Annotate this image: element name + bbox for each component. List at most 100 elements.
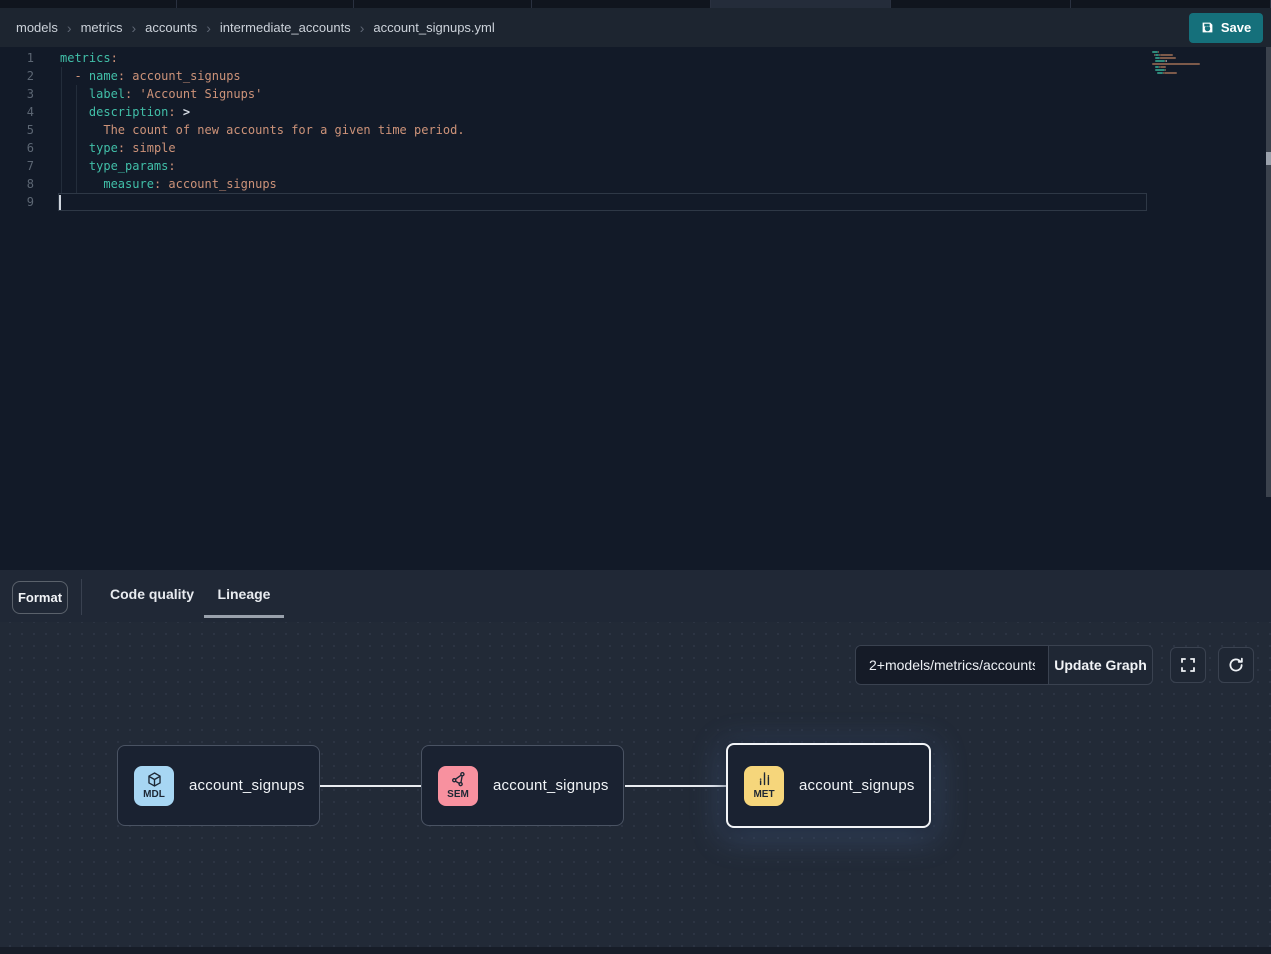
- bottom-panel: Format Code quality Lineage Update Graph…: [0, 570, 1271, 954]
- minimap-line: [1152, 69, 1214, 71]
- refresh-icon: [1227, 656, 1245, 674]
- lineage-node-met[interactable]: MET account_signups: [726, 743, 931, 828]
- breadcrumb-item[interactable]: accounts: [145, 20, 197, 35]
- editor-tab[interactable]: [177, 0, 354, 8]
- code-line: measure: account_signups: [60, 175, 465, 193]
- tab-code-quality[interactable]: Code quality: [104, 570, 200, 617]
- bottom-strip: [0, 947, 1271, 954]
- code-token: :: [111, 51, 118, 65]
- code-line: type: simple: [60, 139, 465, 157]
- chevron-right-icon: ›: [360, 21, 365, 35]
- editor-scrollbar[interactable]: [1266, 47, 1271, 497]
- lineage-node-sem[interactable]: SEM account_signups: [421, 745, 624, 826]
- semantic-model-icon: [450, 771, 467, 788]
- editor-tab[interactable]: [1071, 0, 1271, 8]
- line-number: 8: [0, 175, 48, 193]
- line-number: 1: [0, 49, 48, 67]
- code-line: label: 'Account Signups': [60, 85, 465, 103]
- node-badge: MET: [744, 766, 784, 806]
- code-token: name: [89, 69, 118, 83]
- code-token: The count of new accounts for a given ti…: [60, 123, 465, 137]
- code-token: [60, 105, 89, 119]
- minimap[interactable]: [1152, 51, 1214, 78]
- code-token: measure: [103, 177, 154, 191]
- editor-tab[interactable]: [0, 0, 177, 8]
- code-token: simple: [125, 141, 176, 155]
- node-title: account_signups: [799, 777, 915, 794]
- code-line: The count of new accounts for a given ti…: [60, 121, 465, 139]
- editor-tab[interactable]: [354, 0, 532, 8]
- code-token: metrics: [60, 51, 111, 65]
- line-number-gutter: 123456789: [0, 49, 48, 211]
- node-badge-label: MET: [753, 789, 774, 800]
- minimap-line: [1152, 63, 1214, 65]
- line-number: 6: [0, 139, 48, 157]
- fullscreen-expand-icon: [1179, 656, 1197, 674]
- breadcrumb-item[interactable]: account_signups.yml: [373, 20, 494, 35]
- lineage-node-mdl[interactable]: MDL account_signups: [117, 745, 320, 826]
- code-token: [60, 87, 89, 101]
- breadcrumb-item[interactable]: metrics: [81, 20, 123, 35]
- code-token: 'Account Signups': [132, 87, 262, 101]
- code-token: [60, 159, 89, 173]
- editor-tab[interactable]: [532, 0, 711, 8]
- chevron-right-icon: ›: [131, 21, 136, 35]
- panel-tab-bar: Format Code quality Lineage: [0, 570, 1271, 622]
- minimap-line: [1152, 75, 1214, 77]
- fullscreen-button[interactable]: [1170, 647, 1206, 683]
- tab-lineage[interactable]: Lineage: [204, 570, 284, 617]
- minimap-line: [1152, 66, 1214, 68]
- node-badge: SEM: [438, 766, 478, 806]
- line-number: 4: [0, 103, 48, 121]
- minimap-line: [1152, 60, 1214, 62]
- line-number: 3: [0, 85, 48, 103]
- save-button[interactable]: Save: [1189, 13, 1263, 43]
- breadcrumb: models › metrics › accounts › intermediate_acc…: [16, 20, 495, 35]
- code-token: :: [118, 141, 125, 155]
- code-token: [60, 69, 74, 83]
- node-badge-label: SEM: [447, 789, 469, 800]
- breadcrumb-item[interactable]: intermediate_accounts: [220, 20, 351, 35]
- editor-tab[interactable]: [711, 0, 891, 8]
- chevron-right-icon: ›: [67, 21, 72, 35]
- refresh-button[interactable]: [1218, 647, 1254, 683]
- cube-icon: [146, 771, 163, 788]
- line-number: 9: [0, 193, 48, 211]
- chevron-right-icon: ›: [206, 21, 211, 35]
- code-token: type: [89, 141, 118, 155]
- active-tab-underline: [204, 615, 284, 618]
- code-token: [176, 105, 183, 119]
- breadcrumb-item[interactable]: models: [16, 20, 58, 35]
- metric-chart-icon: [756, 771, 773, 788]
- update-graph-button[interactable]: Update Graph: [1048, 646, 1152, 684]
- format-button[interactable]: Format: [12, 581, 68, 614]
- node-title: account_signups: [493, 777, 609, 794]
- editor-tab[interactable]: [891, 0, 1071, 8]
- code-line: [60, 193, 465, 211]
- code-content[interactable]: metrics: - name: account_signups label: …: [60, 49, 465, 211]
- code-editor[interactable]: 123456789 metrics: - name: account_signu…: [0, 47, 1271, 570]
- lineage-canvas[interactable]: Update Graph MDL account_signups SEM accoun…: [0, 622, 1271, 954]
- lineage-filter-input[interactable]: [856, 646, 1048, 684]
- minimap-line: [1152, 57, 1214, 59]
- code-token: account_signups: [125, 69, 241, 83]
- line-number: 5: [0, 121, 48, 139]
- code-token: [60, 177, 103, 191]
- code-token: description: [89, 105, 168, 119]
- code-line: metrics:: [60, 49, 465, 67]
- editor-tab-strip: [0, 0, 1271, 8]
- code-line: type_params:: [60, 157, 465, 175]
- code-token: >: [183, 105, 190, 119]
- code-token: -: [74, 69, 88, 83]
- code-token: account_signups: [161, 177, 277, 191]
- scrollbar-cursor-marker: [1266, 152, 1271, 165]
- node-badge-label: MDL: [143, 789, 165, 800]
- code-token: :: [168, 105, 175, 119]
- code-token: :: [118, 69, 125, 83]
- lineage-edge: [625, 785, 727, 787]
- node-title: account_signups: [189, 777, 305, 794]
- minimap-line: [1152, 72, 1214, 74]
- breadcrumb-bar: models › metrics › accounts › intermediate_acc…: [0, 8, 1271, 47]
- save-button-label: Save: [1221, 20, 1251, 35]
- code-token: [60, 141, 89, 155]
